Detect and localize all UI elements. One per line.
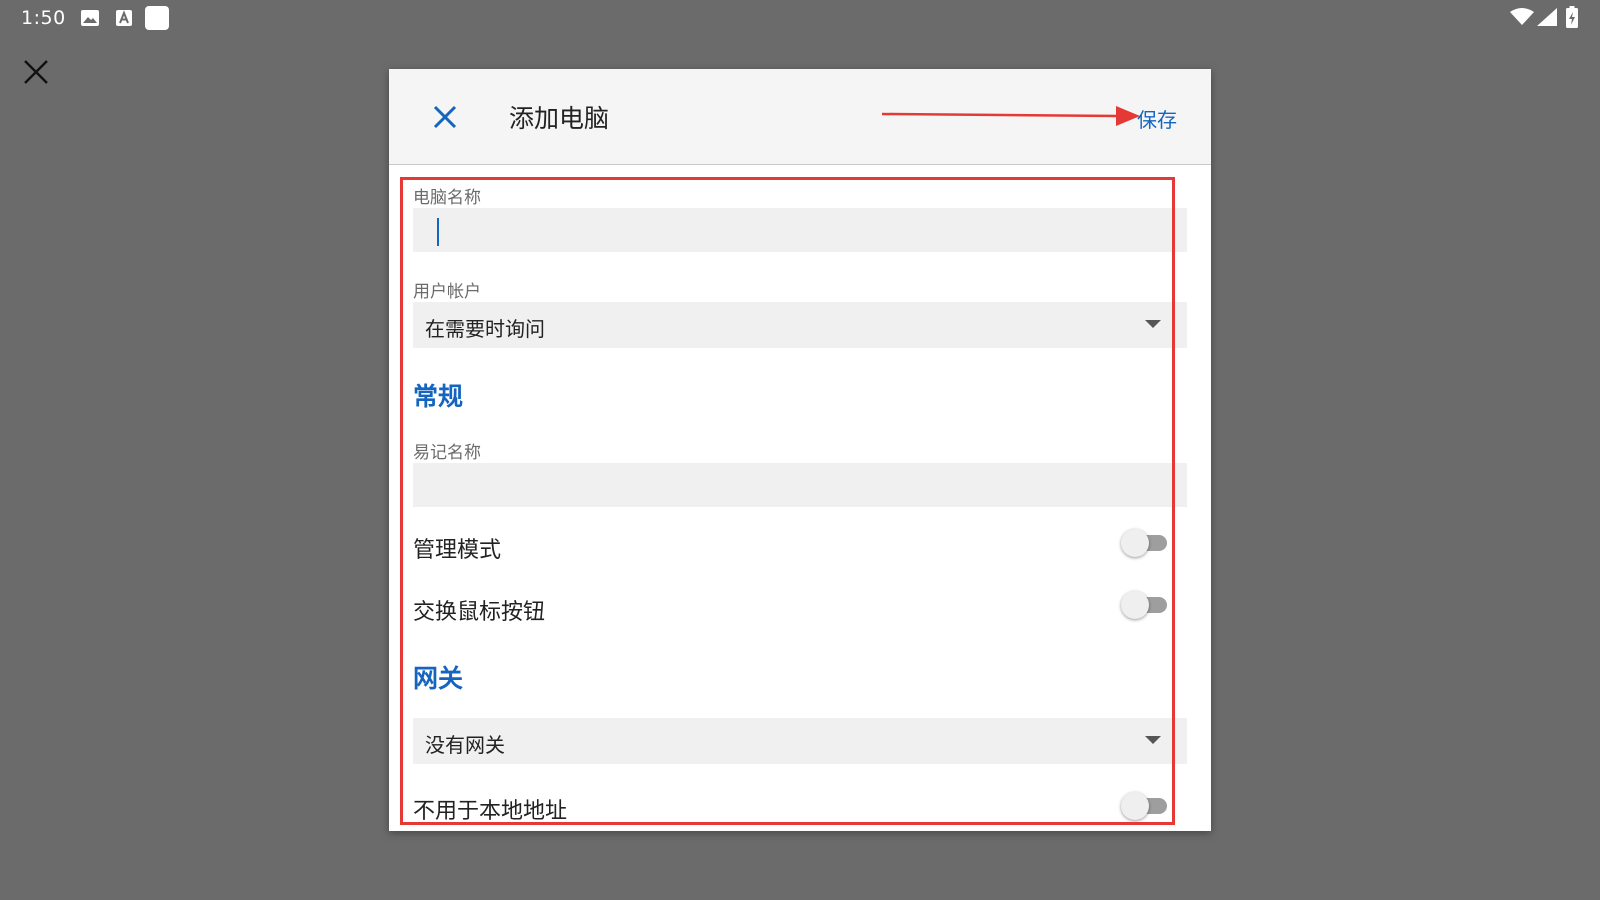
app-notification-icon <box>145 6 169 30</box>
add-pc-dialog: 添加电脑 保存 电脑名称 用户帐户 在需要时询问 常规 易记名称 管理模式 交换… <box>389 69 1211 831</box>
save-button[interactable]: 保存 <box>1137 104 1177 133</box>
pc-name-input[interactable] <box>413 208 1187 252</box>
user-account-select[interactable]: 在需要时询问 <box>413 302 1187 348</box>
close-icon[interactable] <box>22 58 50 86</box>
image-notification-icon <box>81 10 99 26</box>
battery-charging-icon <box>1566 6 1578 28</box>
friendly-name-input[interactable] <box>413 463 1187 507</box>
swap-mouse-toggle[interactable] <box>1121 590 1171 620</box>
bypass-local-label: 不用于本地地址 <box>413 799 568 824</box>
pc-name-label: 电脑名称 <box>413 188 481 208</box>
dialog-close-icon[interactable] <box>431 103 459 131</box>
cell-signal-icon <box>1537 8 1557 26</box>
gateway-section-header: 网关 <box>413 664 464 693</box>
admin-mode-label: 管理模式 <box>413 538 502 563</box>
user-account-value: 在需要时询问 <box>425 317 545 341</box>
gateway-select[interactable]: 没有网关 <box>413 718 1187 764</box>
friendly-name-label: 易记名称 <box>413 443 481 463</box>
wifi-icon <box>1510 8 1534 25</box>
gateway-value: 没有网关 <box>425 733 505 757</box>
font-notification-icon <box>116 10 132 26</box>
status-bar: 1:50 <box>0 0 1600 36</box>
dialog-title: 添加电脑 <box>509 104 610 133</box>
text-caret <box>437 218 439 246</box>
dropdown-arrow-icon <box>1145 320 1161 328</box>
swap-mouse-label: 交换鼠标按钮 <box>413 600 546 625</box>
annotation-arrow-icon <box>881 106 1140 126</box>
admin-mode-toggle[interactable] <box>1121 528 1171 558</box>
general-section-header: 常规 <box>413 382 464 411</box>
dropdown-arrow-icon <box>1145 736 1161 744</box>
status-time: 1:50 <box>21 7 66 29</box>
user-account-label: 用户帐户 <box>413 282 481 302</box>
bypass-local-toggle[interactable] <box>1121 791 1171 821</box>
